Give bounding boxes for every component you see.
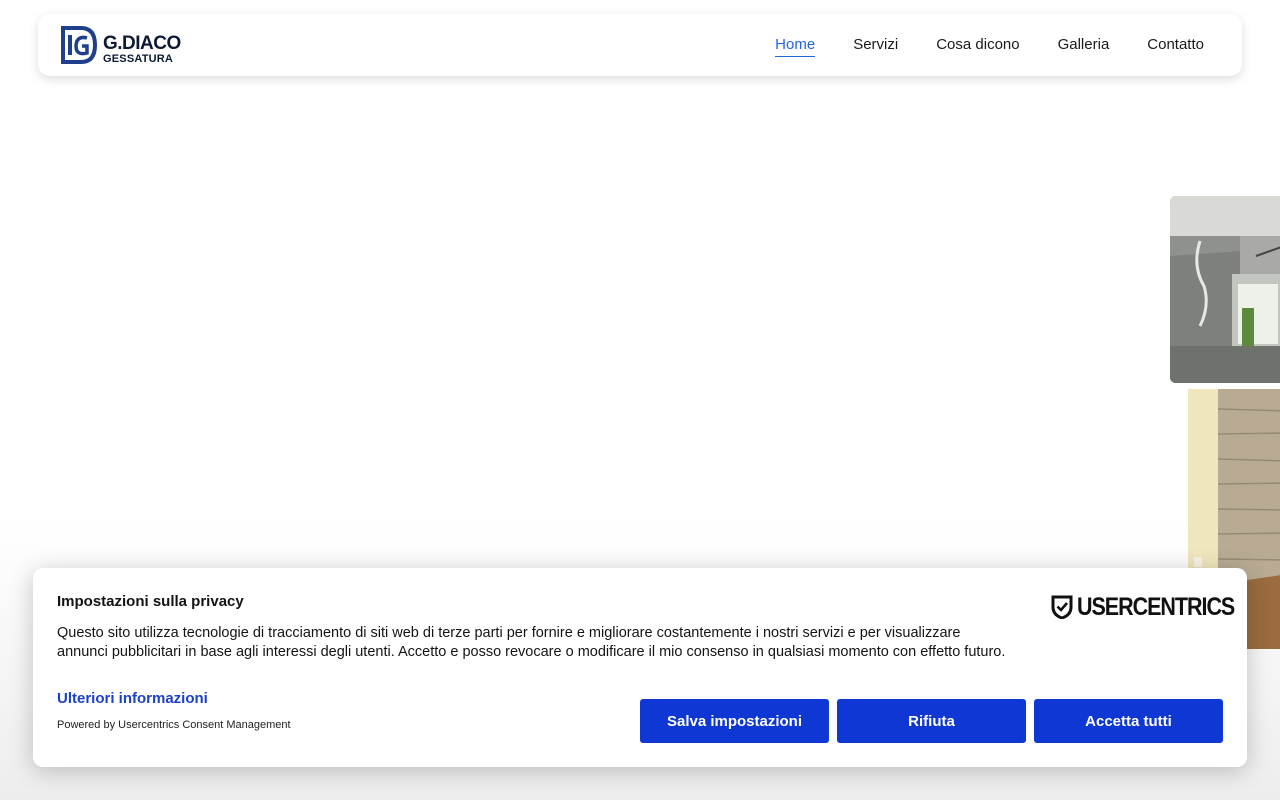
usercentrics-brand-name: USERCENTRICS — [1077, 593, 1235, 621]
consent-description: Questo sito utilizza tecnologie di tracc… — [57, 625, 1006, 660]
save-settings-button[interactable]: Salva impostazioni — [640, 699, 829, 743]
consent-title: Impostazioni sulla privacy — [57, 593, 244, 610]
accept-all-button[interactable]: Accetta tutti — [1034, 699, 1223, 743]
more-info-link[interactable]: Ulteriori informazioni — [57, 690, 208, 707]
site-logo[interactable]: G.DIACO GESSATURA — [61, 25, 186, 65]
deny-button[interactable]: Rifiuta — [837, 699, 1026, 743]
shield-check-icon — [1051, 595, 1073, 619]
site-header: G.DIACO GESSATURA Home Servizi Cosa dico… — [38, 14, 1242, 76]
nav-item-cosa-dicono[interactable]: Cosa dicono — [936, 35, 1019, 57]
nav-item-galleria[interactable]: Galleria — [1058, 35, 1110, 57]
nav-item-home[interactable]: Home — [775, 35, 816, 57]
powered-by-text: Powered by Usercentrics Consent Manageme… — [57, 719, 291, 731]
usercentrics-logo: USERCENTRICS — [1051, 594, 1260, 620]
main-nav: Home Servizi Cosa dicono Galleria Contat… — [737, 35, 1204, 57]
gd-logo-mark-icon — [61, 26, 98, 64]
logo-tagline: GESSATURA — [103, 53, 174, 65]
nav-item-contatto[interactable]: Contatto — [1147, 35, 1204, 57]
room-under-renovation-photo[interactable] — [1170, 196, 1280, 383]
logo-name: G.DIACO — [103, 33, 181, 54]
privacy-consent-banner: Impostazioni sulla privacy Questo sito u… — [33, 568, 1247, 767]
nav-item-servizi[interactable]: Servizi — [853, 35, 898, 57]
